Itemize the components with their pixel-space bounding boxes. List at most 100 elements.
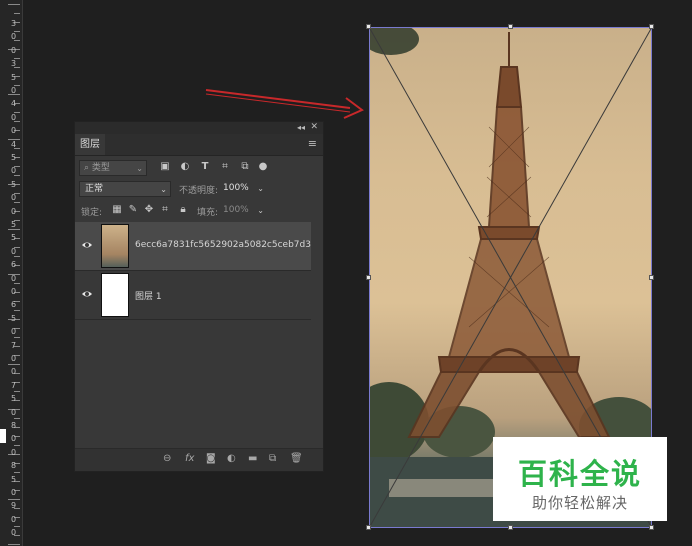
layer-name[interactable]: 6ecc6a7831fc5652902a5082c5ceb7d3 bbox=[135, 240, 311, 250]
link-icon[interactable]: ⊖ bbox=[163, 453, 171, 464]
ruler-digit: 0 bbox=[11, 407, 17, 417]
ruler-digit: 7 bbox=[11, 340, 17, 350]
opacity-value: 100% bbox=[223, 183, 249, 193]
fx-icon[interactable]: fx bbox=[185, 453, 194, 464]
lock-position-icon[interactable]: ✥ bbox=[143, 204, 155, 216]
ruler-digit: 5 bbox=[11, 474, 17, 484]
collapse-icon[interactable]: ◂◂ bbox=[297, 123, 305, 132]
lock-brush-icon[interactable]: ✎ bbox=[127, 204, 139, 216]
ruler-digit: 4 bbox=[11, 139, 17, 149]
ruler-digit: 0 bbox=[11, 327, 17, 337]
trash-icon[interactable]: 🗑︎ bbox=[290, 453, 303, 464]
lock-label: 锁定: bbox=[81, 208, 103, 218]
layer-row[interactable]: 图层 1 bbox=[75, 271, 311, 320]
fill-input[interactable]: 100% ⌄ bbox=[223, 203, 267, 219]
lock-transparent-icon[interactable]: ▦ bbox=[111, 204, 123, 216]
ruler-tick bbox=[0, 364, 22, 365]
ruler-digit: 0 bbox=[11, 287, 17, 296]
layer-name[interactable]: 图层 1 bbox=[135, 289, 162, 302]
ruler-digit: 9 bbox=[11, 501, 17, 511]
adjustment-filter-icon[interactable]: ◐ bbox=[179, 161, 191, 173]
layers-panel[interactable]: ◂◂ ✕ 图层 ≡ ⌕ 类型 ⌄ ▣ ◐ T ⌗ ⧉ ● 正常 ⌄ 不透明度: … bbox=[74, 121, 324, 472]
opacity-input[interactable]: 100% ⌄ bbox=[223, 181, 267, 197]
chevron-down-icon: ⌄ bbox=[160, 185, 167, 194]
panel-title-bar[interactable]: ◂◂ ✕ bbox=[75, 122, 323, 134]
ruler-digit: 0 bbox=[11, 193, 17, 203]
panel-tab-bar: 图层 ≡ bbox=[75, 134, 323, 156]
folder-icon[interactable]: ▬ bbox=[248, 453, 257, 464]
ruler-tick bbox=[0, 310, 22, 311]
search-icon: ⌕ bbox=[84, 163, 90, 173]
blend-row: 正常 ⌄ 不透明度: 100% ⌄ bbox=[79, 181, 319, 199]
ruler-digit: 8 bbox=[11, 461, 17, 471]
ruler-tick bbox=[0, 283, 22, 284]
watermark-subtitle: 助你轻松解决 bbox=[531, 494, 628, 512]
eye-icon[interactable] bbox=[81, 288, 93, 300]
chevron-down-icon: ⌄ bbox=[136, 164, 143, 173]
ruler-digit: 0 bbox=[11, 488, 17, 497]
ruler-tick bbox=[0, 391, 22, 392]
ruler-digit: 0 bbox=[11, 126, 17, 136]
eye-icon[interactable] bbox=[81, 239, 93, 251]
close-icon[interactable]: ✕ bbox=[310, 122, 318, 132]
layer-thumbnail bbox=[101, 273, 129, 317]
ruler-digit: 0 bbox=[11, 514, 17, 524]
ruler-tick bbox=[0, 229, 22, 230]
new-layer-icon[interactable]: ⧉ bbox=[269, 453, 276, 464]
ruler-tick bbox=[0, 256, 22, 257]
ruler-digit: 0 bbox=[11, 354, 17, 363]
ruler-digit: 0 bbox=[11, 367, 17, 377]
ruler-digit: 5 bbox=[11, 313, 17, 323]
filter-toggle-icon[interactable]: ● bbox=[257, 161, 269, 173]
ruler-tick bbox=[0, 418, 22, 419]
type-filter-icon[interactable]: T bbox=[199, 161, 211, 173]
ruler-digit: 4 bbox=[11, 99, 17, 109]
ruler-digit: 0 bbox=[11, 434, 17, 444]
ruler-digit: 3 bbox=[11, 59, 17, 69]
watermark-badge: 百科全说 助你轻松解决 bbox=[493, 437, 667, 521]
ruler-digit: 5 bbox=[11, 233, 17, 243]
layer-row[interactable]: 6ecc6a7831fc5652902a5082c5ceb7d3 bbox=[75, 222, 311, 271]
filter-type-select[interactable]: ⌕ 类型 ⌄ bbox=[79, 160, 147, 176]
ruler-digit: 5 bbox=[11, 72, 17, 82]
ruler-digit: 6 bbox=[11, 260, 17, 270]
ruler-tick bbox=[0, 472, 22, 473]
image-filter-icon[interactable]: ▣ bbox=[159, 161, 171, 173]
opacity-label: 不透明度: bbox=[179, 186, 219, 196]
chevron-down-icon: ⌄ bbox=[257, 184, 264, 193]
ruler-digit: 5 bbox=[11, 394, 17, 404]
ruler-tick bbox=[0, 13, 22, 14]
blend-mode-value: 正常 bbox=[85, 184, 104, 194]
ruler-digit: 7 bbox=[11, 380, 17, 390]
watermark-title: 百科全说 bbox=[517, 457, 642, 491]
ruler-digit: 3 bbox=[11, 19, 17, 28]
lock-all-icon[interactable]: 🔒︎ bbox=[177, 204, 189, 216]
ruler-digit: 0 bbox=[11, 273, 17, 283]
layer-thumbnail bbox=[101, 224, 129, 268]
lock-row: 锁定: ▦ ✎ ✥ ⌗ 🔒︎ 填充: 100% ⌄ bbox=[79, 203, 319, 221]
ruler-digit: 0 bbox=[11, 166, 17, 176]
ruler-digit: 0 bbox=[11, 45, 17, 55]
fill-label: 填充: bbox=[197, 208, 219, 218]
adjustment-icon[interactable]: ◐ bbox=[227, 453, 236, 464]
ruler-digit: 5 bbox=[11, 220, 17, 229]
filter-row: ⌕ 类型 ⌄ ▣ ◐ T ⌗ ⧉ ● bbox=[79, 160, 319, 178]
ruler-digit: 0 bbox=[11, 246, 17, 256]
ruler-digit: 0 bbox=[11, 447, 17, 457]
panel-menu-icon[interactable]: ≡ bbox=[308, 137, 317, 150]
vertical-ruler[interactable]: 3 0 0 3 5 0 4 0 0 4 5 0 5 0 0 5 5 0 6 0 0 6 5 0 7 0 0 7 5 0 8 0 0 8 5 0 9 0 0 bbox=[0, 0, 23, 546]
layers-list: 6ecc6a7831fc5652902a5082c5ceb7d3 图层 1 bbox=[75, 222, 311, 320]
smart-object-filter-icon[interactable]: ⧉ bbox=[239, 161, 251, 173]
ruler-tick bbox=[0, 526, 22, 527]
shape-filter-icon[interactable]: ⌗ bbox=[219, 161, 231, 173]
panel-footer: ⊖ fx ◙ ◐ ▬ ⧉ 🗑︎ bbox=[75, 448, 323, 471]
tab-layers[interactable]: 图层 bbox=[75, 134, 105, 155]
mask-icon[interactable]: ◙ bbox=[206, 453, 216, 464]
ruler-digit: 0 bbox=[11, 206, 17, 216]
red-arrow-annotation bbox=[205, 89, 364, 119]
ruler-digit: 0 bbox=[11, 528, 17, 538]
blend-mode-select[interactable]: 正常 ⌄ bbox=[79, 181, 171, 197]
ruler-marker bbox=[0, 429, 6, 443]
ruler-digit: 0 bbox=[11, 86, 17, 95]
lock-artboard-icon[interactable]: ⌗ bbox=[159, 204, 171, 216]
